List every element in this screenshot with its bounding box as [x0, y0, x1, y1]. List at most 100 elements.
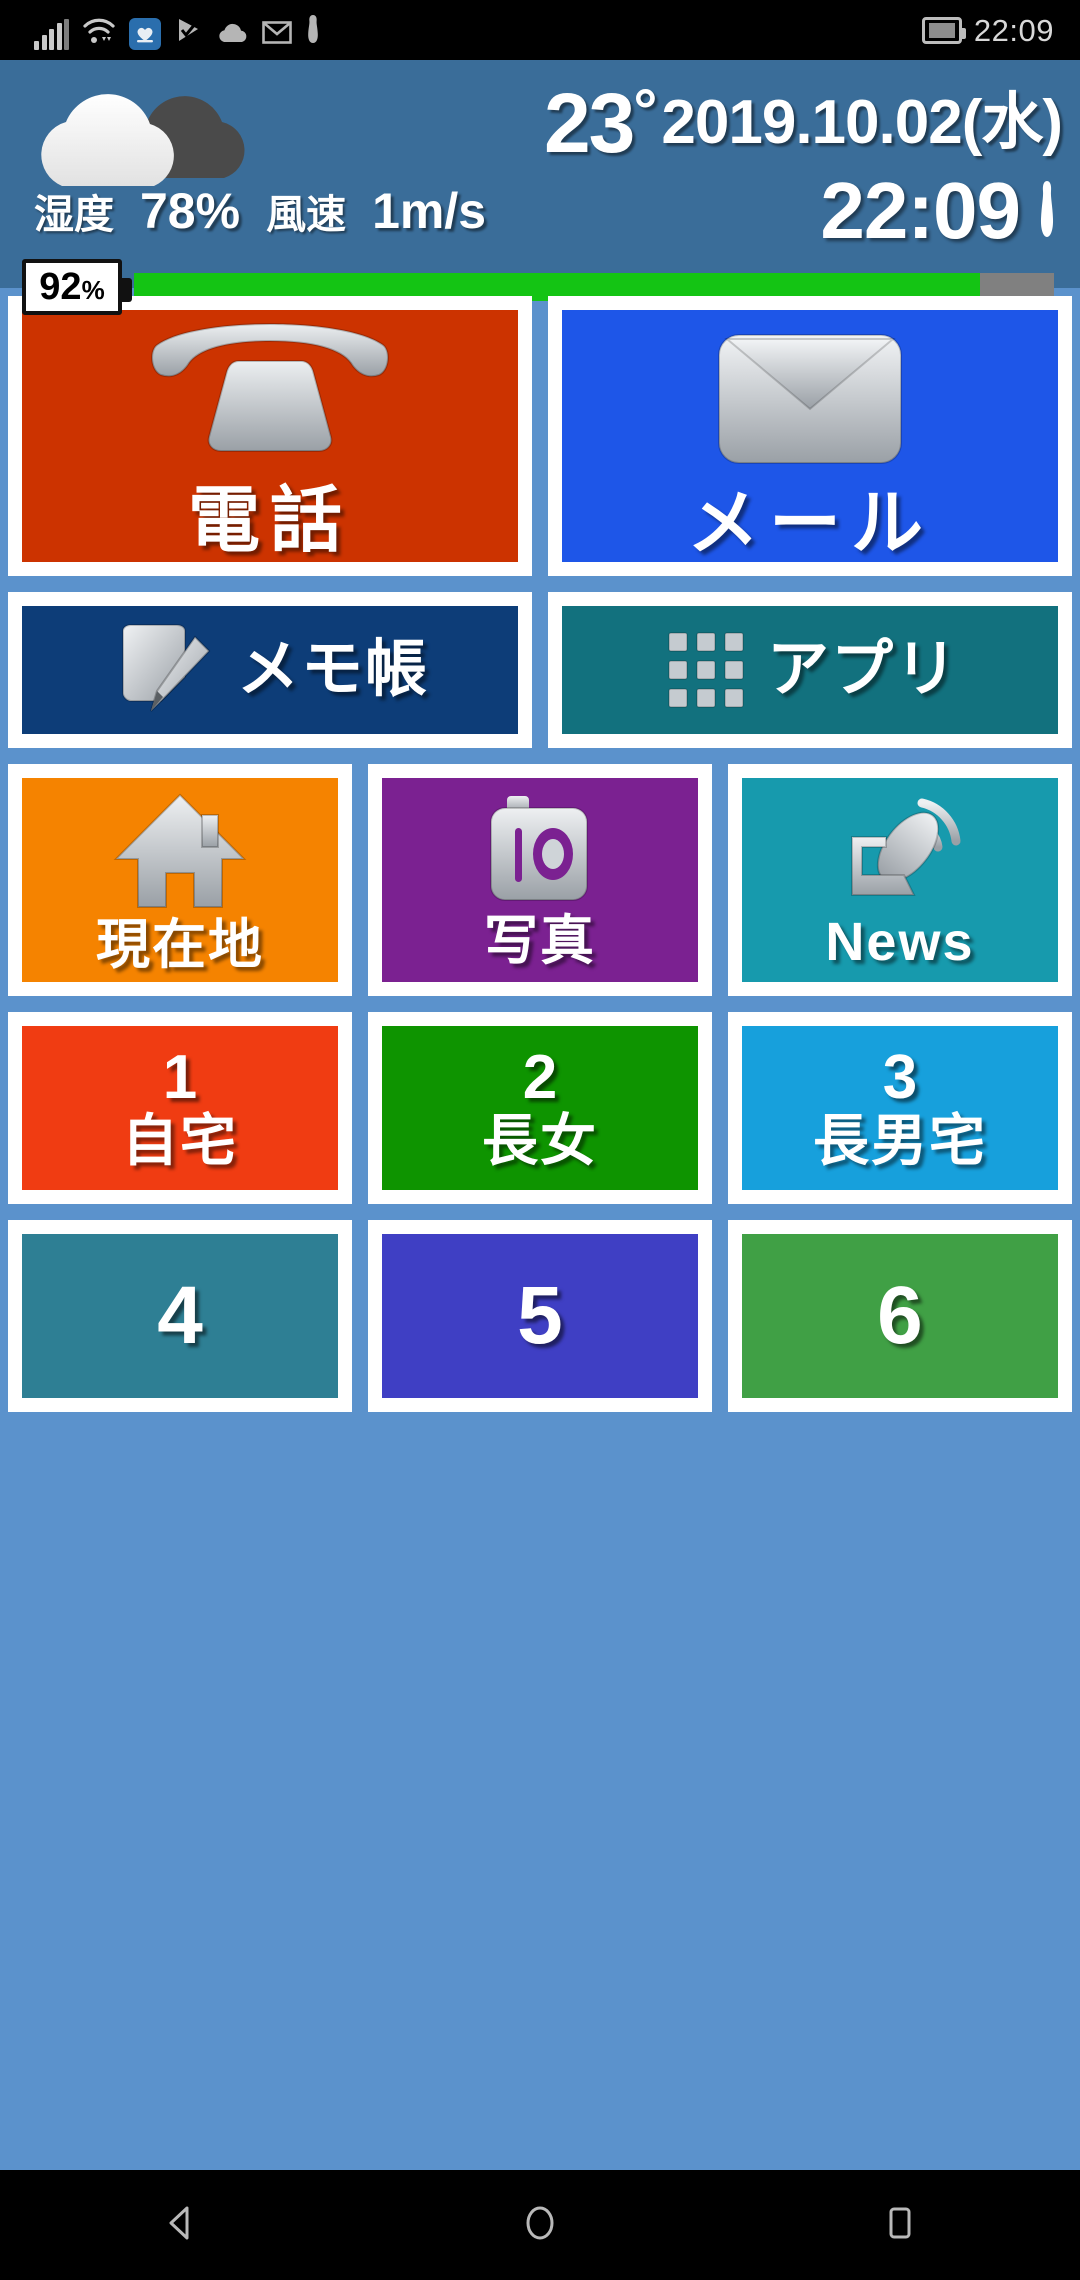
tile-cell: 写真 [360, 756, 720, 1004]
tile-body: 6 [741, 1234, 1058, 1398]
temperature-value: 23° [543, 76, 657, 170]
speeddial-number: 3 [882, 1043, 918, 1112]
home-icon [518, 2201, 562, 2250]
battery-percent-badge: 92% [22, 259, 132, 315]
tile-speeddial-5[interactable]: 5 [367, 1220, 712, 1412]
tile-body: 写真 [381, 778, 698, 982]
tile-body: 4 [22, 1234, 338, 1398]
tile-speeddial-1[interactable]: 1 自宅 [8, 1012, 352, 1204]
speeddial-label: 自宅 [121, 1109, 238, 1172]
speeddial-number: 4 [157, 1270, 203, 1361]
tile-speeddial-4[interactable]: 4 [8, 1220, 352, 1412]
tile-body: 電話 [22, 310, 518, 562]
humidity-label: 湿度 [34, 193, 114, 237]
tile-body: 現在地 [22, 778, 338, 982]
tile-label: 現在地 [95, 914, 264, 975]
tile-label: アプリ [766, 635, 959, 704]
tile-label: メモ帳 [236, 635, 429, 704]
play-store-icon [174, 15, 204, 50]
battery-icon [921, 16, 966, 44]
tile-cell: 電話 [0, 288, 540, 584]
back-icon [158, 2201, 202, 2250]
tile-body: 2 長女 [381, 1026, 698, 1190]
tile-body: 3 長男宅 [741, 1026, 1058, 1190]
home-button[interactable] [455, 2170, 625, 2280]
person-standing-icon [1036, 178, 1058, 245]
tile-speeddial-6[interactable]: 6 [727, 1220, 1072, 1412]
tile-label: News [825, 912, 975, 972]
tile-cell: 3 長男宅 [720, 1004, 1080, 1212]
status-bar-icons [34, 10, 321, 50]
tile-row-3: 現在地 写真 News [0, 756, 1080, 1004]
tile-body: 5 [381, 1234, 698, 1398]
tile-cell: 1 自宅 [0, 1004, 360, 1212]
email-icon [262, 20, 292, 50]
tile-photo[interactable]: 写真 [367, 764, 712, 996]
tile-cell: アプリ [540, 584, 1080, 756]
date-display: 2019.10.02(水) [661, 88, 1063, 157]
status-bar-clock: 22:09 [973, 12, 1054, 48]
recents-icon [878, 2201, 922, 2250]
memo-pencil-icon [111, 615, 221, 725]
home-screen: 22:09 23° 2019.10.02(水) 湿度 78% 風速 1m/s 2… [0, 0, 1080, 2280]
tile-location[interactable]: 現在地 [8, 764, 352, 996]
weather-top-row: 23° 2019.10.02(水) [0, 68, 1080, 178]
app-notification-icon [129, 18, 161, 50]
app-grid-icon [661, 625, 751, 715]
tile-speeddial-3[interactable]: 3 長男宅 [727, 1012, 1072, 1204]
status-bar-right: 22:09 [921, 12, 1054, 48]
speeddial-number: 5 [517, 1270, 563, 1361]
satellite-dish-icon [830, 791, 970, 911]
speeddial-label: 長男宅 [812, 1109, 987, 1172]
tile-body: メール [562, 310, 1058, 562]
envelope-icon [705, 313, 915, 478]
telephone-icon [135, 315, 405, 475]
tile-cell: メモ帳 [0, 584, 540, 756]
tile-cell: 4 [0, 1212, 360, 1420]
weather-bottom-row: 湿度 78% 風速 1m/s 22:09 [0, 168, 1080, 254]
back-button[interactable] [95, 2170, 265, 2280]
tile-cell: News [720, 756, 1080, 1004]
tile-label: メール [686, 483, 933, 564]
tile-row-5: 4 5 6 [0, 1212, 1080, 1420]
speeddial-number: 6 [877, 1270, 923, 1361]
weather-metrics: 湿度 78% 風速 1m/s [0, 186, 486, 236]
humidity-value: 78% [140, 183, 241, 239]
tile-mail[interactable]: メール [548, 296, 1072, 576]
tile-body: メモ帳 [22, 606, 518, 734]
tile-news[interactable]: News [727, 764, 1072, 996]
clock-time: 22:09 [820, 166, 1021, 255]
tile-apps[interactable]: アプリ [548, 592, 1072, 748]
house-icon [110, 789, 250, 914]
tile-body: アプリ [562, 606, 1058, 734]
tile-cell: 5 [360, 1212, 720, 1420]
tile-row-1: 電話 メール [0, 288, 1080, 584]
tile-phone[interactable]: 電話 [8, 296, 532, 576]
person-icon [305, 13, 321, 50]
cloud-icon [217, 21, 249, 50]
wind-value: 1m/s [372, 183, 487, 239]
recents-button[interactable] [815, 2170, 985, 2280]
camera-icon [477, 792, 602, 910]
clock-display: 22:09 [820, 171, 1080, 251]
tile-cell: 6 [720, 1212, 1080, 1420]
tile-body: News [741, 778, 1058, 982]
tile-row-4: 1 自宅 2 長女 3 長男宅 [0, 1004, 1080, 1212]
speeddial-number: 1 [162, 1043, 198, 1112]
status-bar: 22:09 [0, 0, 1080, 60]
tile-body: 1 自宅 [22, 1026, 338, 1190]
tile-row-2: メモ帳 アプリ [0, 584, 1080, 756]
speeddial-label: 長女 [481, 1109, 598, 1172]
speeddial-number: 2 [522, 1043, 558, 1112]
app-tile-grid: 電話 メール メモ帳 アプリ 現在地 写真 News 1 自宅 2 長女 3 長… [0, 288, 1080, 1420]
tile-speeddial-2[interactable]: 2 長女 [367, 1012, 712, 1204]
tile-memo[interactable]: メモ帳 [8, 592, 532, 748]
tile-label: 電話 [187, 481, 352, 561]
tile-cell: 現在地 [0, 756, 360, 1004]
weather-clock-widget[interactable]: 23° 2019.10.02(水) 湿度 78% 風速 1m/s 22:09 9… [0, 60, 1080, 315]
tile-cell: 2 長女 [360, 1004, 720, 1212]
navigation-bar [0, 2170, 1080, 2280]
wifi-icon [82, 15, 116, 50]
tile-label: 写真 [483, 911, 596, 971]
tile-cell: メール [540, 288, 1080, 584]
